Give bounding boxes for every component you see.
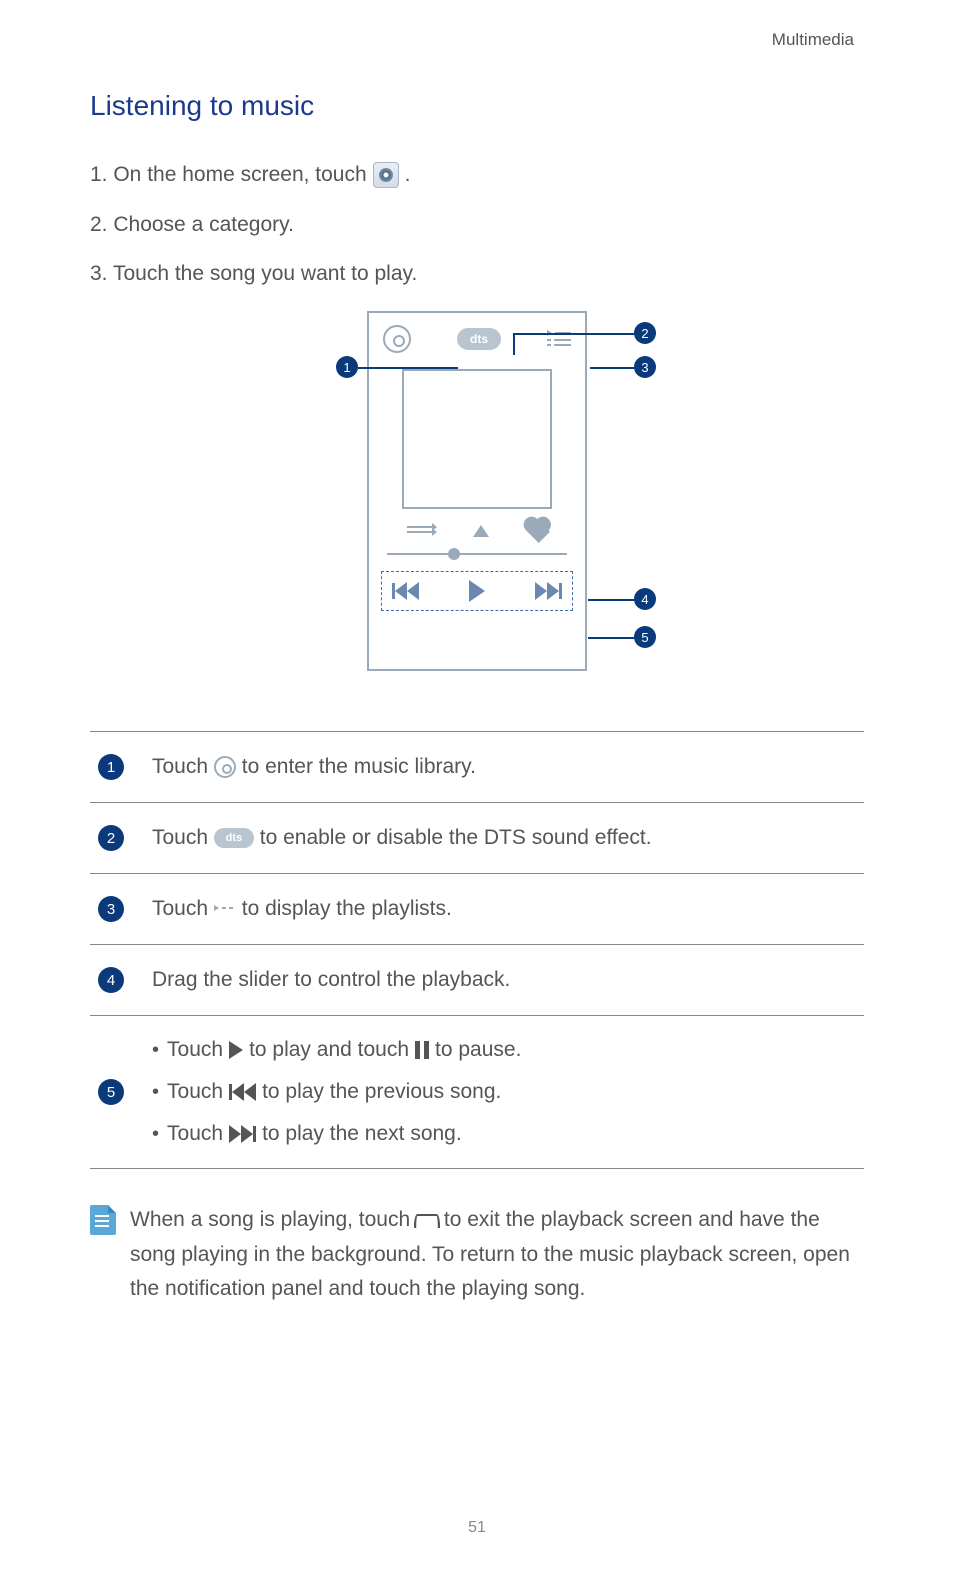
callout-line-1 [358, 367, 458, 369]
play-icon [469, 580, 485, 602]
favorite-heart-icon [526, 519, 550, 543]
playback-mode-icon [407, 526, 433, 536]
library-disc-icon [383, 325, 411, 353]
step-1: 1. On the home screen, touch . [90, 162, 864, 188]
row-5-l3-b: to play the next song. [262, 1122, 462, 1146]
progress-slider [369, 553, 585, 555]
row-5-l2-a: Touch [167, 1080, 223, 1104]
callout-line-3 [590, 367, 636, 369]
play-icon [229, 1041, 243, 1059]
row-5-line-3: • Touch to play the next song. [152, 1122, 856, 1146]
row-5-l1-a: Touch [167, 1038, 223, 1062]
row-5-l1-c: to pause. [435, 1038, 521, 1062]
row-3-text-a: Touch [152, 897, 208, 920]
row-3-text-b: to display the playlists. [242, 897, 452, 920]
row-5-l2-b: to play the previous song. [262, 1080, 501, 1104]
callout-description-table: 1 Touch to enter the music library. 2 To… [90, 731, 864, 1169]
row-badge-3: 3 [98, 896, 124, 922]
callout-line-2v [513, 333, 515, 355]
callout-badge-1: 1 [336, 356, 358, 378]
row-badge-4: 4 [98, 967, 124, 993]
library-disc-icon [214, 756, 236, 778]
previous-track-icon [392, 582, 419, 600]
table-row: 2 Touch dts to enable or disable the DTS… [90, 803, 864, 874]
callout-badge-3: 3 [634, 356, 656, 378]
pause-icon [415, 1041, 429, 1059]
phone-frame: dts [367, 311, 587, 671]
step-3: 3. Touch the song you want to play. [90, 262, 864, 286]
playback-controls-group [381, 571, 573, 611]
up-triangle-icon [473, 525, 489, 537]
row-1-text-b: to enter the music library. [242, 755, 476, 778]
table-row: 3 Touch to display the playlists. [90, 874, 864, 945]
dts-icon: dts [457, 328, 501, 350]
callout-line-5 [588, 637, 636, 639]
step-1-text-a: 1. On the home screen, touch [90, 163, 367, 187]
next-track-icon [229, 1125, 256, 1143]
music-app-icon [373, 162, 399, 188]
step-2: 2. Choose a category. [90, 213, 864, 237]
row-badge-5: 5 [98, 1079, 124, 1105]
table-row: 5 • Touch to play and touch to pause. • … [90, 1016, 864, 1169]
header-section-label: Multimedia [90, 30, 864, 50]
album-art-placeholder [402, 369, 552, 509]
row-1-text-a: Touch [152, 755, 208, 778]
callout-badge-2: 2 [634, 322, 656, 344]
home-icon [414, 1214, 440, 1228]
playlist-icon [214, 905, 236, 914]
row-5-l3-a: Touch [167, 1122, 223, 1146]
row-5-line-2: • Touch to play the previous song. [152, 1080, 856, 1104]
row-4-text: Drag the slider to control the playback. [152, 968, 856, 992]
info-note: When a song is playing, touch to exit th… [90, 1203, 864, 1307]
table-row: 1 Touch to enter the music library. [90, 732, 864, 803]
row-badge-2: 2 [98, 825, 124, 851]
callout-badge-5: 5 [634, 626, 656, 648]
callout-line-2 [513, 333, 635, 335]
previous-track-icon [229, 1083, 256, 1101]
note-text-a: When a song is playing, touch [130, 1208, 410, 1231]
row-badge-1: 1 [98, 754, 124, 780]
dts-icon: dts [214, 828, 254, 848]
section-title: Listening to music [90, 90, 864, 122]
step-1-text-b: . [405, 163, 411, 187]
callout-badge-4: 4 [634, 588, 656, 610]
row-2-text-b: to enable or disable the DTS sound effec… [260, 826, 652, 849]
page-number: 51 [0, 1519, 954, 1537]
callout-line-4 [588, 599, 636, 601]
row-5-l1-b: to play and touch [249, 1038, 409, 1062]
next-track-icon [535, 582, 562, 600]
music-player-diagram: dts [90, 311, 864, 691]
note-page-icon [90, 1205, 116, 1235]
row-5-line-1: • Touch to play and touch to pause. [152, 1038, 856, 1062]
row-2-text-a: Touch [152, 826, 208, 849]
table-row: 4 Drag the slider to control the playbac… [90, 945, 864, 1016]
